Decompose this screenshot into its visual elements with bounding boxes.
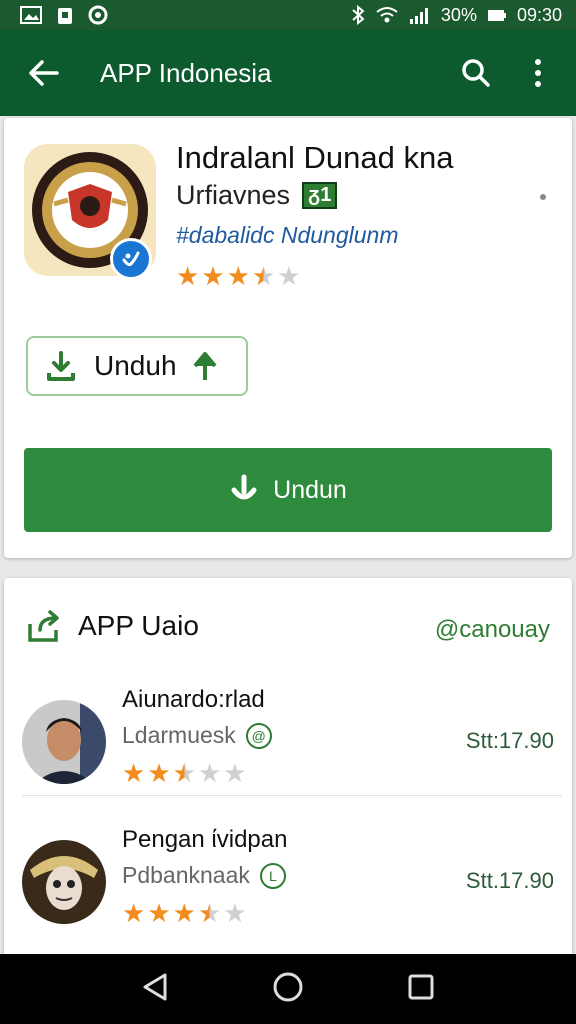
review-item[interactable]: Aiunardo:rlad Ldarmuesk @ ★ ★ ★ ★ ★ Stt:17.9… [22, 686, 562, 796]
app-rating: ★ ★ ★ ★ ★ [176, 263, 301, 289]
page-title: APP Indonesia [100, 57, 272, 88]
reviewer-name: Pengan ίvidpan [122, 826, 288, 853]
overflow-dot [540, 194, 546, 200]
star-icon: ★ [172, 898, 196, 928]
more-options-button[interactable] [518, 53, 558, 93]
avatar [22, 700, 106, 784]
search-icon [462, 59, 490, 87]
circle-app-icon [88, 5, 108, 25]
reviewer-name: Aiunardo:rlad [122, 686, 265, 713]
star-icon: ★ [226, 261, 250, 291]
reviews-header: APP Uaio [26, 610, 199, 642]
image-icon [20, 5, 42, 25]
signal-icon [409, 6, 431, 24]
avatar [22, 840, 106, 924]
verified-check-icon [122, 251, 140, 266]
verified-badge [110, 238, 152, 280]
developer-name[interactable]: Urfiavnes [176, 180, 290, 211]
status-bar: 30% 09:30 [0, 0, 576, 30]
star-icon: ★ [277, 261, 301, 291]
app-bar: APP Indonesia [0, 30, 576, 116]
reviewer-badge: @ [245, 722, 272, 749]
star-icon: ★ [122, 898, 146, 928]
developer-badge: ᵹ1 [302, 182, 338, 209]
download-icon [231, 474, 257, 500]
back-button[interactable] [24, 53, 64, 93]
battery-level: 30% [440, 4, 477, 25]
star-icon: ★ [223, 898, 247, 928]
reviews-link[interactable]: @canouay [435, 616, 550, 644]
star-icon: ★ [172, 758, 196, 788]
app-detail-card: Indralanl Dunad kna Urfiavnes ᵹ1 #dabali… [4, 118, 572, 558]
triangle-back-icon [143, 973, 167, 1000]
clock: 09:30 [516, 4, 562, 25]
nav-home-button[interactable] [272, 971, 304, 1008]
star-icon: ★ [147, 898, 171, 928]
star-icon: ★ [197, 758, 222, 788]
arrow-left-icon [29, 60, 59, 86]
star-icon: ★ [201, 261, 225, 291]
review-rating: ★ ★ ★ ★ ★ [122, 760, 247, 786]
reviews-card: APP Uaio @canouay Aiunardo:rlad Ldarmues… [4, 578, 572, 958]
reviews-title: APP Uaio [78, 610, 199, 641]
review-item[interactable]: Pengan ίvidpan Pdbanknaak L ★ ★ ★ ★ ★ Stt.17… [22, 826, 562, 936]
developer-line: Urfiavnes ᵹ1 [176, 180, 338, 211]
download-button[interactable]: Undun [24, 448, 552, 532]
review-time: Stt.17.90 [465, 868, 554, 893]
battery-icon [487, 7, 507, 23]
bluetooth-icon [351, 5, 365, 25]
star-icon: ★ [122, 758, 146, 788]
app-category[interactable]: #dabalidc Ndunglunm [176, 222, 399, 249]
nav-back-button[interactable] [141, 972, 169, 1007]
download-label: Undun [273, 475, 347, 504]
reviewer-subtitle: Pdbanknaak L [122, 862, 286, 889]
review-time: Stt:17.90 [465, 728, 554, 753]
circle-home-icon [273, 972, 303, 1001]
share-icon [28, 610, 59, 642]
square-recents-icon [408, 974, 434, 999]
reviewer-badge: L [259, 862, 286, 889]
star-icon: ★ [176, 261, 200, 291]
more-vert-icon [535, 59, 541, 87]
star-icon: ★ [147, 758, 171, 788]
wifi-icon [375, 6, 399, 24]
android-icon [56, 4, 74, 26]
app-name: Indralanl Dunad kna [176, 140, 454, 175]
star-icon: ★ [251, 261, 276, 291]
nav-recents-button[interactable] [407, 973, 435, 1006]
arrow-up-icon [192, 352, 217, 380]
star-icon: ★ [197, 898, 222, 928]
search-button[interactable] [456, 53, 496, 93]
star-icon: ★ [223, 758, 247, 788]
download-icon [47, 351, 75, 381]
reviewer-subtitle-text: Pdbanknaak [122, 862, 250, 888]
review-rating: ★ ★ ★ ★ ★ [122, 900, 247, 926]
unduh-button-secondary[interactable]: Unduh [26, 336, 248, 396]
reviewer-subtitle-text: Ldarmuesk [122, 722, 236, 748]
reviewer-subtitle: Ldarmuesk @ [122, 722, 272, 749]
unduh-label: Unduh [94, 350, 177, 381]
system-nav-bar [0, 954, 576, 1024]
